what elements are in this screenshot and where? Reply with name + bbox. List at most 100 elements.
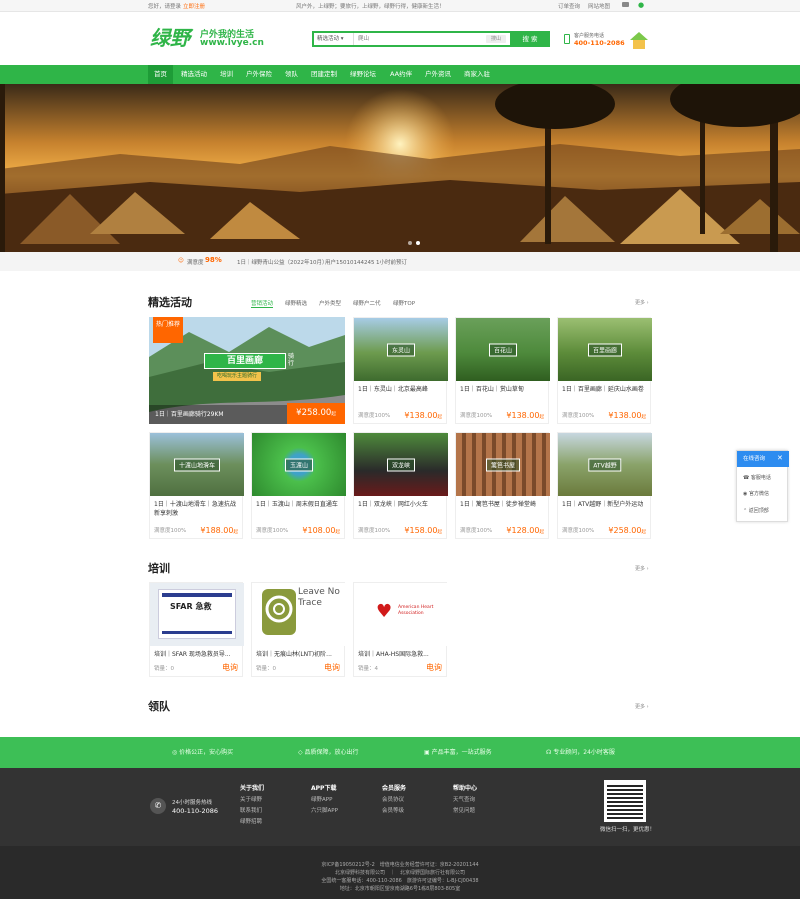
featured-price: ¥258.00起 [287,403,345,424]
online-consult-widget: 在线咨询 ✕ ☎ 客服电话 ◉ 官方微信 ⌃ 返回顶部 [736,450,789,522]
tab-marketing[interactable]: 营销活动 [251,299,274,308]
activity-price: ¥158.00起 [404,526,442,535]
search-tag[interactable]: 搜山 [486,35,506,43]
activity-card[interactable]: 双龙峡 1日｜双龙峡｜网红小火车 满意度100% ¥158.00起 [353,432,448,539]
training-title-text: 培训｜SFAR 现场急救员导... [154,651,231,658]
nav-item-news[interactable]: 户外资讯 [425,65,451,84]
footer-link[interactable]: 绿野APP [311,795,332,803]
tab-kids[interactable]: 绿野户二代 [353,299,381,307]
feature-service: ☊ 专业顾问，24小时客服 [546,749,615,756]
activity-card[interactable]: ATV越野 1日｜ATV越野｜新型户外运动 满意度100% ¥258.00起 [557,432,652,539]
training-card[interactable]: ♥ American Heart Association 培训｜AHA-HS国际… [353,582,448,677]
footer-link[interactable]: 天气查询 [453,795,475,803]
activity-price: ¥258.00起 [608,526,646,535]
activity-title: 1日｜百里画廊｜延庆山水画卷 [562,386,644,393]
close-icon[interactable]: ✕ [777,454,783,462]
training-price: 电询 [222,663,238,672]
nav-item-teambuilding[interactable]: 团建定制 [311,65,337,84]
activities-more-link[interactable]: 更多 › [635,299,649,306]
shield-icon: ◇ [298,749,303,756]
training-price: 电询 [426,663,442,672]
login-link[interactable]: 您好，请登录 [148,2,181,10]
price-tag-icon: ◎ [172,749,178,756]
footer-link[interactable]: 常见问题 [453,806,475,814]
ticker-user: 用户15010144245 [325,260,375,266]
footer-link[interactable]: 六只脚APP [311,806,338,814]
sitemap-link[interactable]: 网站地图 [588,2,610,10]
ticker-item[interactable]: 1日｜绿野青山公益（2022年10月） [237,258,328,266]
activity-title: 1日｜东灵山｜北京最高峰 [358,386,428,393]
tab-type[interactable]: 户外类型 [319,299,341,307]
wechat-icon[interactable]: ● [638,1,644,9]
activity-card[interactable]: 篱笆书屋 1日｜篱笆书屋｜徒步禅堂崎 满意度100% ¥128.00起 [455,432,550,539]
leaders-more-link[interactable]: 更多 › [635,703,649,710]
wechat-icon: ◉ [743,491,748,497]
top-bar: 您好，请登录 立即注册 风户外，上绿野；要旅行，上绿野，绿野行得，健康新生活！ … [0,0,800,12]
nav-item-aa[interactable]: AA约伴 [390,65,412,84]
activity-card[interactable]: 百花山 1日｜百花山｜赏山草甸 满意度100% ¥138.00起 [455,317,550,424]
footer-link[interactable]: 会员协议 [382,795,404,803]
nav-item-insurance[interactable]: 户外保险 [246,65,272,84]
orders-link[interactable]: 订单查询 [558,2,580,10]
footer-link[interactable]: 绿野招聘 [240,817,262,825]
footer-hotline: 400-110-2086 [172,807,219,815]
activity-card[interactable]: 玉渡山 1日｜玉渡山｜周末假日直通车 满意度100% ¥108.00起 [251,432,346,539]
feature-price: ◎ 价格公正，安心购买 [172,749,234,756]
consult-wechat[interactable]: ◉ 官方微信 [743,490,769,497]
slogan: 风户外，上绿野；要旅行，上绿野，绿野行得，健康新生活！ [296,4,445,10]
consult-phone[interactable]: ☎ 客服电话 [743,474,771,481]
training-card[interactable]: SFAR 急救 培训｜SFAR 现场急救员导... 销量：0 电询 [149,582,244,677]
activity-price: ¥138.00起 [404,411,442,420]
logo-url: www.lvye.cn [200,38,264,48]
nav-item-merchant[interactable]: 商家入驻 [464,65,490,84]
mail-icon[interactable] [622,2,629,7]
training-more-link[interactable]: 更多 › [635,565,649,572]
site-logo[interactable]: 绿野 户外我的生活 www.lvye.cn [150,26,280,52]
footer: ✆ 24小时服务热线 400-110-2086 关于我们 关于绿野 联系我们 绿… [0,768,800,899]
search-input[interactable] [358,33,478,45]
activity-title: 1日｜ATV越野｜新型户外运动 [562,501,644,508]
search-button[interactable]: 搜 索 [510,31,550,47]
nav-item-activities[interactable]: 精选活动 [181,65,207,84]
activity-card[interactable]: 东灵山 1日｜东灵山｜北京最高峰 满意度100% ¥138.00起 [353,317,448,424]
footer-link[interactable]: 联系我们 [240,806,262,814]
carousel-dot[interactable] [416,241,420,245]
featured-banner-text: 百里画廊 [204,353,286,369]
activity-price: ¥138.00起 [608,411,646,420]
tab-top[interactable]: 绿野TOP [393,299,415,307]
register-link[interactable]: 立即注册 [183,2,205,10]
footer-link[interactable]: 会员等级 [382,806,404,814]
featured-banner-sub: 吃喝玩乐主题骑行 [213,372,262,381]
activity-price: ¥128.00起 [506,526,544,535]
house-illustration-icon [630,32,648,49]
search-bar: 精选活动 ▾ 搜山 搜 索 [312,31,550,47]
nav-item-forum[interactable]: 绿野论坛 [350,65,376,84]
back-to-top[interactable]: ⌃ 返回顶部 [743,507,769,514]
smile-icon: ☺ [178,258,184,264]
footer-legal: 京ICP备19050212号-2 增值电信业务经营许可证：京B2-2020114… [0,846,800,899]
featured-banner-side: 骑行 [288,353,295,367]
nav-item-home[interactable]: 首页 [148,65,173,84]
hotline: 客户服务电话 400-110-2086 [560,30,650,50]
hero-banner[interactable] [0,84,800,252]
carousel-dot[interactable] [408,241,412,245]
training-card[interactable]: Leave No Trace 培训｜无痕山林(LNT)初阶... 销量：0 电询 [251,582,346,677]
feature-quality: ◇ 品质保障，放心出行 [298,749,359,756]
sunset-camp-image [0,84,800,252]
search-category-select[interactable]: 精选活动 ▾ [314,33,354,45]
tab-selected[interactable]: 绿野精选 [285,299,307,307]
activity-card[interactable]: 百里画廊 1日｜百里画廊｜延庆山水画卷 满意度100% ¥138.00起 [557,317,652,424]
activity-card[interactable]: 十渡山地滑车 1日｜十渡山地滑车｜急速抗战新享刺激 满意度100% ¥188.0… [149,432,244,539]
wechat-qr-code [604,780,646,822]
activities-title: 精选活动 [148,296,192,309]
phone-icon: ☎ [743,475,750,481]
nav-item-leaders[interactable]: 领队 [285,65,298,84]
phone-icon [564,34,570,44]
hotline-number: 400-110-2086 [574,39,625,47]
footer-link[interactable]: 关于绿野 [240,795,262,803]
featured-activity-card[interactable]: 热门推荐 百里画廊 骑行 吃喝玩乐主题骑行 1日｜百里画廊骑行29KM ¥258… [149,317,345,424]
training-price: 电询 [324,663,340,672]
training-title-text: 培训｜AHA-HS国际急救... [358,651,429,658]
nav-item-training[interactable]: 培训 [220,65,233,84]
sfar-logo-text: SFAR 急救 [170,602,212,611]
